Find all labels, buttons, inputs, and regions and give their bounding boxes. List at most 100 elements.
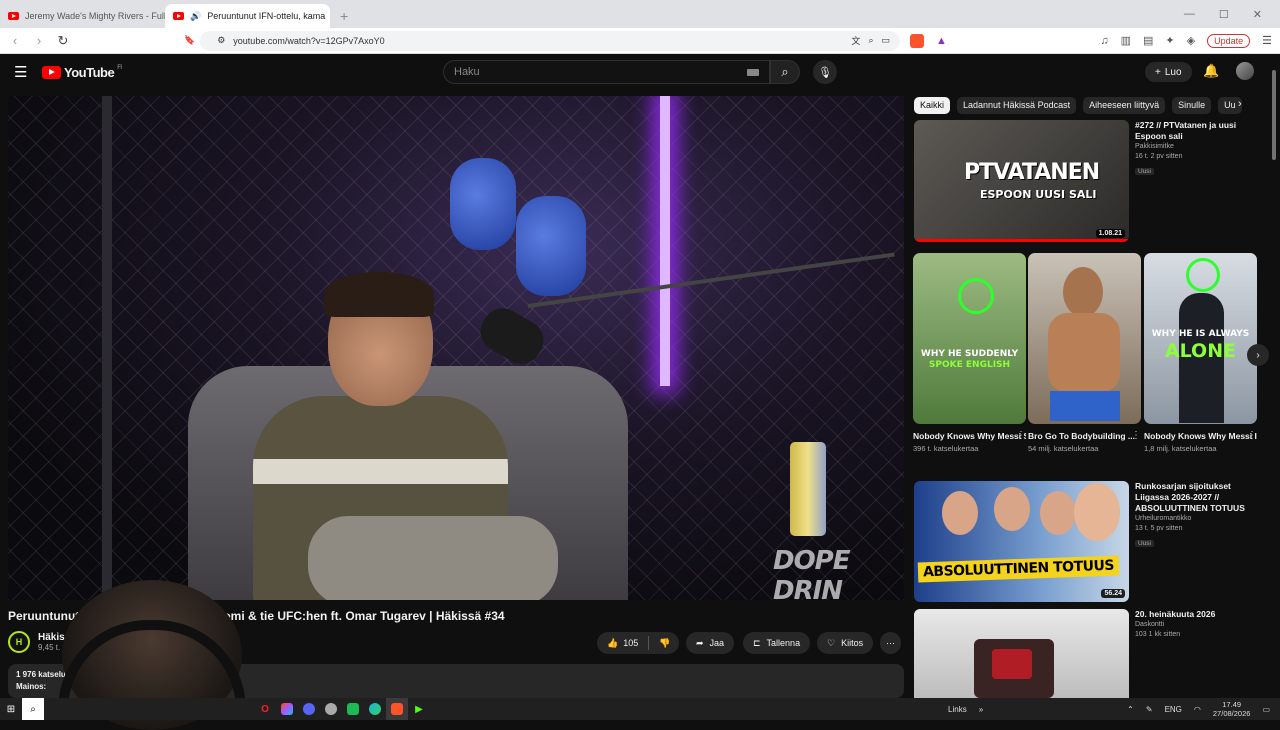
thanks-button[interactable]: ♡ Kiitos — [817, 632, 874, 654]
maximize-icon[interactable]: ☐ — [1219, 8, 1229, 21]
brave-rewards-icon[interactable]: ▲ — [936, 35, 947, 47]
recommendation-item[interactable]: 20. heinäkuuta 2026 Daskontti 103 1 kk s… — [914, 609, 1255, 698]
url-text[interactable]: youtube.com/watch?v=12GPv7AxoY0 — [233, 36, 843, 46]
cast-icon[interactable]: ▭ — [881, 35, 890, 46]
watermark-text: DOPE DRIN — [773, 545, 851, 601]
new-tab-button[interactable]: + — [330, 4, 358, 28]
back-icon[interactable]: ‹ — [8, 33, 22, 48]
brave-shields-icon[interactable] — [910, 33, 924, 48]
scrollbar-thumb[interactable] — [1272, 70, 1276, 160]
reload-icon[interactable]: ↻ — [56, 33, 70, 49]
video-thumbnail[interactable]: ABSOLUUTTINEN TOTUUS 56.24 — [914, 481, 1129, 602]
site-info-icon[interactable]: ⚙ — [217, 35, 225, 46]
short-thumbnail[interactable] — [1028, 253, 1141, 424]
chip-related[interactable]: Aiheeseen liittyvä — [1083, 96, 1166, 114]
forward-icon[interactable]: › — [32, 33, 46, 48]
neon-light — [660, 96, 670, 386]
dislike-button[interactable]: 👎 — [649, 638, 680, 649]
search-button[interactable]: ⌕ — [770, 60, 800, 84]
discord-icon[interactable] — [298, 698, 320, 720]
links-expand-icon[interactable]: » — [979, 705, 983, 714]
sidebar-icon[interactable]: ▥ — [1121, 34, 1131, 47]
shorts-next-button[interactable]: › — [1247, 344, 1269, 366]
taskbar-search-icon[interactable]: ⌕ — [22, 698, 44, 720]
voice-search-button[interactable]: 🎙 — [813, 60, 837, 84]
share-button[interactable]: ➦ Jaa — [686, 632, 735, 654]
duration-badge: 56.24 — [1101, 589, 1125, 598]
short-thumbnail[interactable]: WHY HE SUDDENLY SPOKE ENGLISH — [913, 253, 1026, 424]
windows-start-icon[interactable]: ⊞ — [0, 698, 22, 720]
more-actions-button[interactable]: ⋯ — [880, 632, 901, 654]
keyboard-icon[interactable] — [747, 68, 759, 76]
reading-list-icon[interactable]: ▤ — [1143, 34, 1153, 47]
chevron-right-icon[interactable]: › — [1238, 98, 1242, 110]
recommendation-item[interactable]: ABSOLUUTTINEN TOTUUS 56.24 Runkosarjan s… — [914, 481, 1255, 602]
notifications-icon[interactable]: ▭ — [1262, 705, 1270, 714]
channel-avatar[interactable]: H — [8, 631, 30, 653]
rec-title[interactable]: #272 // PTVatanen ja uusi Espoon sali — [1135, 120, 1255, 142]
notifications-bell-icon[interactable]: 🔔 — [1203, 63, 1219, 79]
video-thumbnail[interactable]: PTVATANEN ESPOON UUSI SALI 1.08.21 — [914, 120, 1129, 242]
tray-expand-icon[interactable]: ⌃ — [1127, 705, 1134, 714]
thumbs-down-icon: 👎 — [659, 637, 671, 648]
browser-tab-active[interactable]: 🔊 Peruuntunut IFN-ottelu, kama ✕ — [165, 4, 330, 28]
like-button[interactable]: 👍 105 — [597, 636, 650, 650]
close-window-icon[interactable]: ✕ — [1253, 8, 1262, 21]
brave-taskbar-icon[interactable] — [386, 698, 408, 720]
address-bar[interactable]: 🔖 ⚙ youtube.com/watch?v=12GPv7AxoY0 文 ⌕ … — [184, 30, 900, 51]
short-title[interactable]: Nobody Knows Why Messi Is Always ... — [1144, 430, 1257, 442]
short-title[interactable]: Bro Go To Bodybuilding ... — [1028, 430, 1141, 442]
rec-channel[interactable]: Pakkisimitke — [1135, 142, 1255, 152]
translate-icon[interactable]: 文 — [851, 34, 860, 47]
short-thumbnail[interactable]: WHY HE IS ALWAYS ALONE — [1144, 253, 1257, 424]
links-toolbar[interactable]: Links — [948, 705, 967, 714]
create-button[interactable]: + Luo — [1145, 62, 1192, 82]
page-scrollbar[interactable] — [1270, 60, 1278, 690]
chip-all[interactable]: Kaikki — [914, 96, 951, 114]
wallet-icon[interactable]: ◈ — [1187, 34, 1195, 47]
wifi-icon[interactable]: ◠ — [1194, 705, 1201, 714]
youtube-logo[interactable]: YouTube FI — [42, 65, 122, 80]
clock[interactable]: 17.49 27/08/2026 — [1213, 700, 1251, 718]
thumbnail-face — [1074, 483, 1120, 541]
watch-progress-fill — [914, 239, 1129, 242]
recommendation-item[interactable]: PTVATANEN ESPOON UUSI SALI 1.08.21 #272 … — [914, 120, 1255, 242]
rec-title[interactable]: Runkosarjan sijoitukset Liigassa 2026-20… — [1135, 481, 1255, 514]
short-title[interactable]: Nobody Knows Why Messi Suddenly ... — [913, 430, 1026, 442]
media-app-icon[interactable]: ▶ — [408, 698, 430, 720]
app-icon[interactable] — [320, 698, 342, 720]
chip-for-you[interactable]: Sinulle — [1172, 96, 1212, 114]
youtube-header: ☰ YouTube FI Haku ⌕ 🎙 + Luo 🔔 — [0, 54, 1280, 90]
more-options-icon[interactable]: ⋮ — [1131, 430, 1141, 441]
video-player[interactable]: DOPE DRIN — [8, 96, 904, 600]
save-button[interactable]: ⊏ Tallenna — [743, 632, 811, 654]
media-icon[interactable]: ♫ — [1100, 35, 1108, 47]
rec-title[interactable]: 20. heinäkuuta 2026 — [1135, 609, 1255, 620]
pen-icon[interactable]: ✎ — [1146, 705, 1153, 714]
edge-icon[interactable] — [364, 698, 386, 720]
browser-menu-icon[interactable]: ☰ — [1262, 34, 1272, 47]
search-input[interactable]: Haku — [443, 60, 770, 84]
figma-icon[interactable] — [276, 698, 298, 720]
more-icon: ⋯ — [886, 637, 895, 648]
rec-channel[interactable]: Daskontti — [1135, 620, 1255, 630]
language-indicator[interactable]: ENG — [1165, 705, 1182, 714]
update-button[interactable]: Update — [1207, 33, 1251, 48]
energy-drink-can — [790, 442, 826, 536]
browser-tab[interactable]: Jeremy Wade's Mighty Rivers - Full E — [0, 4, 165, 28]
chip-channel[interactable]: Ladannut Häkissä Podcast — [957, 96, 1077, 114]
account-avatar[interactable] — [1236, 62, 1254, 80]
app-icon[interactable] — [342, 698, 364, 720]
more-options-icon[interactable]: ⋮ — [1247, 430, 1257, 441]
logo-text: YouTube — [64, 64, 115, 80]
hamburger-menu-icon[interactable]: ☰ — [14, 63, 28, 81]
opera-icon[interactable]: O — [254, 698, 276, 720]
thumbnail-face — [1040, 491, 1076, 535]
bookmark-icon[interactable]: 🔖 — [184, 35, 195, 46]
leo-icon[interactable]: ✦ — [1165, 34, 1174, 47]
minimize-icon[interactable]: — — [1184, 8, 1195, 20]
more-options-icon[interactable]: ⋮ — [1016, 430, 1026, 441]
video-thumbnail[interactable] — [914, 609, 1129, 698]
rec-channel[interactable]: Urheiluromantikko — [1135, 514, 1255, 524]
zoom-icon[interactable]: ⌕ — [868, 35, 873, 46]
